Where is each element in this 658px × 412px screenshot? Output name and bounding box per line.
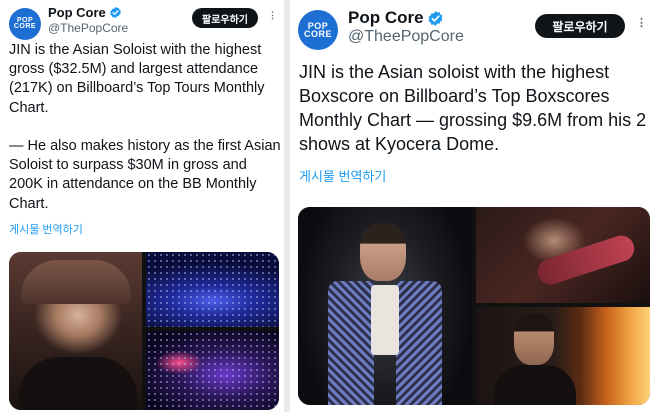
photo-head-shape <box>360 223 406 281</box>
avatar-text: CORE <box>303 29 332 39</box>
translate-post-link[interactable]: 게시물 번역하기 <box>299 166 386 185</box>
avatar[interactable]: POP CORE <box>298 10 338 50</box>
media-photo-stadium-crowd-blue[interactable] <box>146 252 279 327</box>
tweet-text: JIN is the Asian soloist with the highes… <box>299 62 647 154</box>
more-dots-icon[interactable]: ⋮ <box>268 10 277 21</box>
media-photo-cowboy-hat[interactable] <box>9 252 142 410</box>
avatar-text: CORE <box>13 23 37 30</box>
avatar[interactable]: POP CORE <box>9 8 41 40</box>
left-tweet: POP CORE Pop Core @ThePopCore 팔로우하기 ⋮ JI… <box>0 0 284 412</box>
verified-badge-icon <box>427 10 444 27</box>
photo-hat-shape <box>21 260 131 304</box>
more-dots-icon[interactable]: ⋮ <box>636 16 647 29</box>
author-name-row[interactable]: Pop Core <box>48 5 122 20</box>
photo-lights-pattern <box>146 252 279 327</box>
media-grid <box>298 207 650 405</box>
media-grid <box>9 252 279 410</box>
photo-lights-pattern <box>146 331 279 410</box>
display-name[interactable]: Pop Core <box>48 5 106 20</box>
translate-post-link[interactable]: 게시물 번역하기 <box>9 221 83 237</box>
photo-jacket-left-shape <box>328 281 374 405</box>
media-photo-singing[interactable] <box>476 207 650 303</box>
author-handle[interactable]: @ThePopCore <box>48 21 128 35</box>
photo-jacket-shape <box>19 357 137 410</box>
photo-head-shape <box>514 313 554 365</box>
author-name-row[interactable]: Pop Core <box>348 8 444 28</box>
photo-shirt-shape <box>371 285 399 355</box>
tweet-text: JIN is the Asian Soloist with the highes… <box>9 42 281 212</box>
media-photo-stadium-crowd-purple[interactable] <box>146 331 279 410</box>
photo-jacket-right-shape <box>396 281 442 405</box>
photo-arm-shape <box>534 232 638 288</box>
photo-body-shape <box>494 365 576 405</box>
media-photo-sequin-jacket[interactable] <box>298 207 472 405</box>
follow-button[interactable]: 팔로우하기 <box>192 8 258 28</box>
follow-button[interactable]: 팔로우하기 <box>535 14 625 38</box>
author-handle[interactable]: @TheePopCore <box>348 28 464 46</box>
verified-badge-icon <box>109 6 122 19</box>
right-tweet: POP CORE Pop Core @TheePopCore 팔로우하기 ⋮ J… <box>290 0 658 412</box>
media-photo-fire-stage[interactable] <box>476 307 650 405</box>
display-name[interactable]: Pop Core <box>348 8 424 28</box>
